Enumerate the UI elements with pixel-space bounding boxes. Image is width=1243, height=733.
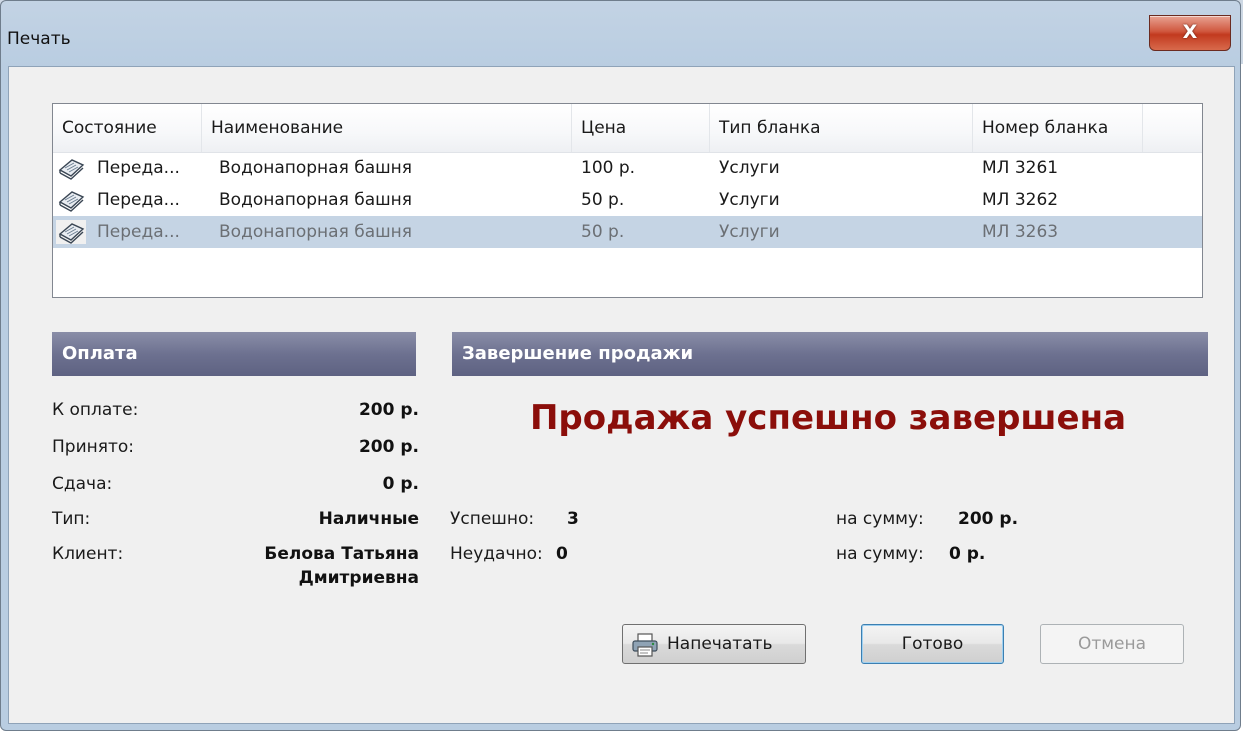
document-stack-icon <box>56 220 86 244</box>
done-button[interactable]: Готово <box>861 624 1004 664</box>
fail-sum: 0 р. <box>949 544 986 564</box>
close-button[interactable]: X <box>1149 15 1231 51</box>
row-form-number: МЛ 3263 <box>982 222 1059 242</box>
success-label: Успешно: <box>450 509 535 529</box>
row-status: Переда... <box>97 222 180 242</box>
row-price: 50 р. <box>581 190 625 210</box>
window-title: Печать <box>7 29 71 49</box>
fail-sum-label: на сумму: <box>836 544 924 564</box>
fail-label: Неудачно: <box>450 544 543 564</box>
table-row-selected[interactable]: Переда... Водонапорная башня 50 р. Услуг… <box>53 216 1202 248</box>
sale-status-message: Продажа успешно завершена <box>529 398 1127 438</box>
success-sum-label: на сумму: <box>836 509 924 529</box>
success-sum: 200 р. <box>958 509 1019 529</box>
payment-type-value: Наличные <box>318 509 419 529</box>
column-header-name[interactable]: Наименование <box>202 104 572 152</box>
accepted-label: Принято: <box>52 437 134 457</box>
change-label: Сдача: <box>52 474 113 494</box>
payment-type-label: Тип: <box>52 509 91 529</box>
printer-icon <box>632 633 658 657</box>
column-header-price[interactable]: Цена <box>572 104 710 152</box>
due-value: 200 р. <box>358 400 419 420</box>
row-form-type: Услуги <box>719 222 780 242</box>
column-header-filler <box>1143 104 1202 152</box>
client-value-line2: Дмитриевна <box>298 568 419 588</box>
due-label: К оплате: <box>52 400 139 420</box>
row-form-number: МЛ 3262 <box>982 190 1059 210</box>
sales-list[interactable]: Состояние Наименование Цена Тип бланка Н… <box>52 103 1203 298</box>
payment-section-header: Оплата <box>52 332 416 376</box>
row-name: Водонапорная башня <box>219 158 413 178</box>
row-price: 50 р. <box>581 222 625 242</box>
cancel-button[interactable]: Отмена <box>1040 624 1184 664</box>
column-header-form-number[interactable]: Номер бланка <box>973 104 1143 152</box>
row-price: 100 р. <box>581 158 636 178</box>
list-header: Состояние Наименование Цена Тип бланка Н… <box>53 104 1202 153</box>
column-header-form-type[interactable]: Тип бланка <box>710 104 973 152</box>
row-form-type: Услуги <box>719 190 780 210</box>
print-button-label: Напечатать <box>667 634 773 654</box>
row-status: Переда... <box>97 158 180 178</box>
completion-section-header: Завершение продажи <box>452 332 1208 376</box>
accepted-value: 200 р. <box>358 437 419 457</box>
change-value: 0 р. <box>382 474 419 494</box>
row-status: Переда... <box>97 190 180 210</box>
print-button[interactable]: Напечатать <box>622 624 806 664</box>
table-row[interactable]: Переда... Водонапорная башня 50 р. Услуг… <box>53 184 1202 216</box>
document-stack-icon <box>58 159 85 180</box>
close-icon: X <box>1182 21 1198 43</box>
success-count: 3 <box>567 509 579 529</box>
row-form-type: Услуги <box>719 158 780 178</box>
row-name: Водонапорная башня <box>219 190 413 210</box>
client-value-line1: Белова Татьяна <box>264 544 419 564</box>
fail-count: 0 <box>556 544 568 564</box>
row-form-number: МЛ 3261 <box>982 158 1059 178</box>
client-label: Клиент: <box>52 544 124 564</box>
table-row[interactable]: Переда... Водонапорная башня 100 р. Услу… <box>53 152 1202 184</box>
column-header-status[interactable]: Состояние <box>53 104 202 152</box>
row-name: Водонапорная башня <box>219 222 413 242</box>
document-stack-icon <box>58 191 85 212</box>
